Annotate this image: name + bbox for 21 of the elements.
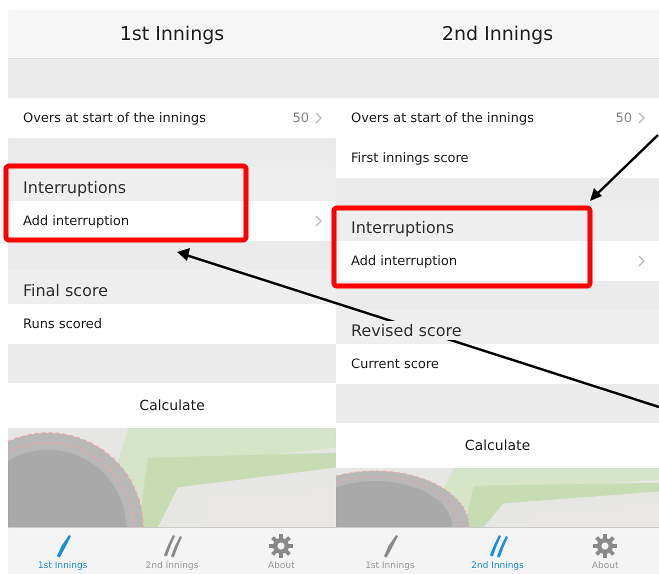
chevron-icon [315, 112, 322, 124]
settings-row[interactable]: Overs at start of the innings 50 [8, 98, 336, 138]
screen-title: 2nd Innings [336, 10, 659, 59]
settings-row[interactable]: First innings score [336, 138, 659, 178]
settings-icon [592, 533, 618, 559]
settings-row[interactable]: Add interruption [8, 201, 336, 241]
chevron-icon [315, 215, 322, 227]
settings-row[interactable]: Runs scored [8, 304, 336, 344]
section-header: Revised score [351, 321, 462, 340]
arrow [590, 134, 659, 201]
chevron-icon [638, 112, 645, 124]
settings-row[interactable]: Current score [336, 344, 659, 384]
settings-row[interactable]: Add interruption [336, 241, 659, 281]
section-header: Interruptions [351, 218, 454, 237]
calculate-button[interactable]: Calculate [336, 423, 659, 468]
chevron-icon [638, 255, 645, 267]
settings-icon [268, 533, 294, 559]
section-header: Interruptions [23, 178, 126, 197]
calculate-button[interactable]: Calculate [8, 383, 336, 428]
settings-row[interactable]: Overs at start of the innings 50 [336, 98, 659, 138]
screen-title: 1st Innings [8, 10, 336, 59]
